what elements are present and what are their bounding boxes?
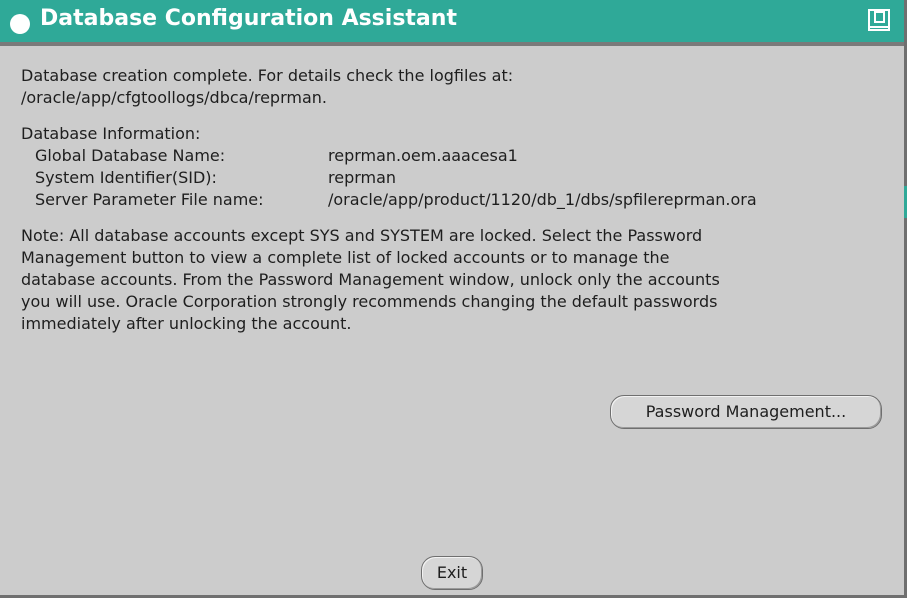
spfile-label: Server Parameter File name: [35, 190, 264, 209]
note-line-1: Note: All database accounts except SYS a… [21, 226, 703, 245]
global-database-name-value: reprman.oem.aaacesa1 [328, 146, 518, 165]
dialog-content: Database creation complete. For details … [0, 46, 904, 595]
title-bar[interactable]: Database Configuration Assistant [0, 0, 904, 46]
note-line-3: database accounts. From the Password Man… [21, 270, 720, 289]
note-line-4: you will use. Oracle Corporation strongl… [21, 292, 718, 311]
window-title: Database Configuration Assistant [40, 6, 457, 31]
completion-message: Database creation complete. For details … [21, 66, 514, 85]
database-information-heading: Database Information: [21, 124, 201, 143]
sid-value: reprman [328, 168, 397, 187]
note-line-5: immediately after unlocking the account. [21, 314, 352, 333]
note-line-2: Management button to view a complete lis… [21, 248, 670, 267]
global-database-name-label: Global Database Name: [35, 146, 226, 165]
password-management-button[interactable]: Password Management... [610, 395, 882, 429]
window-menu-icon[interactable] [10, 14, 30, 34]
maximize-icon[interactable] [867, 8, 891, 32]
logfile-path: /oracle/app/cfgtoollogs/dbca/reprman. [21, 88, 327, 107]
spfile-value: /oracle/app/product/1120/db_1/dbs/spfile… [328, 190, 757, 209]
dbca-window: Database Configuration Assistant Databas… [0, 0, 907, 598]
sid-label: System Identifier(SID): [35, 168, 217, 187]
exit-button[interactable]: Exit [421, 556, 483, 590]
